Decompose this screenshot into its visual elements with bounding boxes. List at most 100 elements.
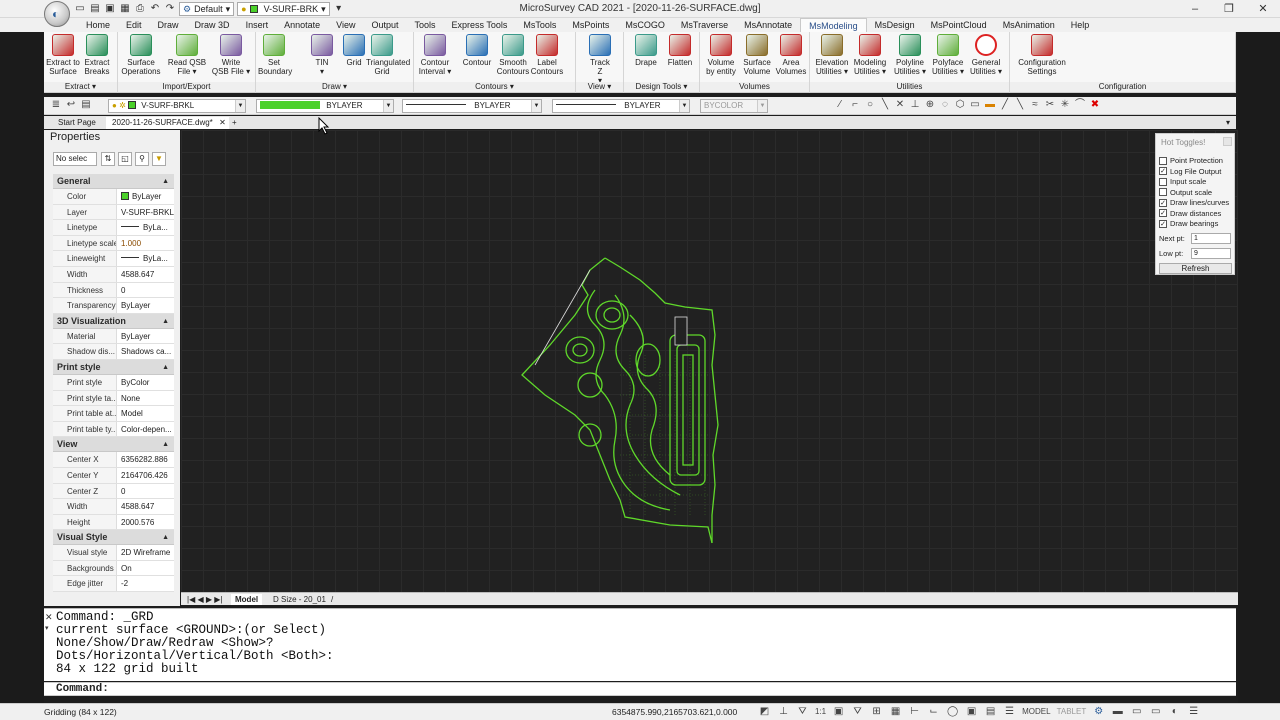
ortho-mode-icon[interactable]: ⊢	[907, 706, 922, 717]
section-visual-style[interactable]: Visual Style ▲	[53, 530, 174, 546]
print-icon[interactable]: ⎙	[134, 3, 146, 15]
tab-msannotate[interactable]: MsAnnotate	[736, 18, 800, 32]
undo-icon[interactable]: ↶	[149, 3, 161, 15]
ribbon-group-title[interactable]: Contours ▾	[414, 82, 575, 92]
layer-state-icon[interactable]: ▤	[80, 99, 92, 111]
delete-icon[interactable]: ✖	[1089, 99, 1101, 111]
ribbon-group-title[interactable]: Configuration	[1010, 82, 1235, 92]
tablet-toggle[interactable]: TABLET	[1056, 707, 1088, 716]
tab-home[interactable]: Home	[78, 18, 118, 32]
configuration-settings-button[interactable]: Configuration Settings	[1012, 34, 1072, 76]
tab-active-document[interactable]: 2020-11-26-SURFACE.dwg* ✕	[106, 117, 229, 129]
tab-draw[interactable]: Draw	[150, 18, 187, 32]
property-row[interactable]: Linetype ByLa...	[53, 220, 174, 236]
property-row[interactable]: Edge jitter -2	[53, 576, 174, 593]
lineweight-dropdown[interactable]: BYLAYER ▼	[552, 99, 690, 113]
property-value[interactable]: 0	[117, 283, 174, 298]
collapse-icon[interactable]: ▲	[162, 530, 169, 545]
label-contours-button[interactable]: Label Contours	[528, 34, 566, 76]
quick-properties-icon[interactable]: ☰	[1002, 706, 1017, 717]
track-z-button[interactable]: Track Z ▾	[584, 34, 616, 85]
property-row[interactable]: Shadow dis... Shadows ca...	[53, 344, 174, 360]
smooth-contours-button[interactable]: Smooth Contours	[494, 34, 532, 76]
checkbox-icon[interactable]: ✓	[1159, 209, 1167, 217]
checkbox-icon[interactable]: ✓	[1159, 219, 1167, 228]
tab-annotate[interactable]: Annotate	[276, 18, 328, 32]
triangulated-grid-button[interactable]: Triangulated Grid	[366, 34, 410, 76]
tab-list-dropdown[interactable]: ▾	[1220, 117, 1236, 129]
property-value[interactable]: 2D Wireframe	[117, 545, 174, 560]
annotation-visibility-icon[interactable]: ▣	[831, 706, 846, 717]
toggle-draw-lines-curves[interactable]: ✓ Draw lines/curves	[1159, 198, 1229, 207]
snap-mode-icon[interactable]: ◩	[757, 706, 772, 717]
minimize-button[interactable]: –	[1178, 0, 1212, 18]
surface-operations-button[interactable]: Surface Operations	[120, 34, 162, 76]
ortho-icon[interactable]: ⊥	[776, 706, 791, 717]
fillet-icon[interactable]: ⌒	[1074, 99, 1086, 111]
circle-tool-icon[interactable]: ○	[864, 99, 876, 111]
tab-help[interactable]: Help	[1063, 18, 1098, 32]
property-value[interactable]: Model	[117, 406, 174, 421]
tab-layout-d-size[interactable]: D Size - 20_01	[269, 594, 330, 605]
ribbon-group-title[interactable]: View ▾	[576, 82, 623, 92]
toggle-point-protection[interactable]: Point Protection	[1159, 156, 1223, 165]
property-value[interactable]: 4588.647	[117, 499, 174, 514]
lineweight-icon[interactable]: ▤	[983, 706, 998, 717]
property-value[interactable]: 2164706.426	[117, 468, 174, 483]
property-value[interactable]: ByLayer	[117, 189, 174, 204]
section-3d-visualization[interactable]: 3D Visualization ▲	[53, 313, 174, 329]
property-value[interactable]: On	[117, 561, 174, 576]
general-utilities-button[interactable]: General Utilities ▾	[966, 34, 1006, 76]
property-value[interactable]: V-SURF-BRKL	[117, 205, 174, 220]
tab-edit[interactable]: Edit	[118, 18, 150, 32]
property-row[interactable]: Print table at... Model	[53, 406, 174, 422]
redo-icon[interactable]: ↷	[164, 3, 176, 15]
collapse-icon[interactable]: ▲	[162, 314, 169, 329]
property-value[interactable]: 2000.576	[117, 515, 174, 530]
layer-manager-icon[interactable]: ≣	[50, 99, 62, 111]
object-snap-icon[interactable]: ◯	[945, 706, 960, 717]
volume-by-entity-button[interactable]: Volume by entity	[704, 34, 738, 76]
area-tool-icon[interactable]: ▬	[984, 99, 996, 111]
plotstyle-dropdown[interactable]: BYCOLOR ▼	[700, 99, 768, 113]
tab-msanimation[interactable]: MsAnimation	[995, 18, 1063, 32]
property-value[interactable]: -2	[117, 576, 174, 591]
checkbox-icon[interactable]: ✓	[1159, 167, 1167, 175]
restore-button[interactable]: ❐	[1212, 0, 1246, 18]
contour-interval-button[interactable]: Contour Interval ▾	[416, 34, 454, 76]
property-row[interactable]: Visual style 2D Wireframe	[53, 545, 174, 561]
tab-start-page[interactable]: Start Page	[52, 117, 102, 129]
section-print-style[interactable]: Print style ▲	[53, 359, 174, 375]
checkbox-icon[interactable]	[1159, 177, 1167, 186]
tab-mscogo[interactable]: MsCOGO	[617, 18, 673, 32]
collapse-icon[interactable]: ▲	[162, 174, 169, 189]
tab-model[interactable]: Model	[231, 594, 263, 605]
isolate-objects-icon[interactable]: ▭	[1148, 706, 1163, 717]
area-volumes-button[interactable]: Area Volumes	[774, 34, 808, 76]
polyline-tool-icon[interactable]: ⌐	[849, 99, 861, 111]
property-row[interactable]: Linetype scale 1.000	[53, 235, 174, 252]
property-row[interactable]: Layer V-SURF-BRKL	[53, 204, 174, 221]
checkbox-icon[interactable]: ✓	[1159, 198, 1167, 207]
perpendicular-icon[interactable]: ⊥	[909, 99, 921, 111]
close-icon[interactable]: ✕	[45, 612, 53, 623]
polyface-utilities-button[interactable]: Polyface Utilities ▾	[928, 34, 968, 76]
ribbon-group-title[interactable]: Volumes	[700, 82, 809, 92]
property-value[interactable]: ByLayer	[117, 329, 174, 344]
ribbon-group-title[interactable]: Utilities	[810, 82, 1009, 92]
save-icon[interactable]: ▣	[104, 3, 116, 15]
tab-draw-3d[interactable]: Draw 3D	[187, 18, 238, 32]
property-row[interactable]: Width 4588.647	[53, 266, 174, 283]
tab-tools[interactable]: Tools	[407, 18, 444, 32]
property-row[interactable]: Print style ByColor	[53, 374, 174, 391]
property-value[interactable]: ByColor	[117, 375, 174, 390]
toggle-draw-distances[interactable]: ✓ Draw distances	[1159, 209, 1221, 218]
new-tab-button[interactable]: +	[226, 117, 243, 129]
property-row[interactable]: Print table ty... Color-depen...	[53, 421, 174, 438]
read-qsb-file-button[interactable]: Read QSB File ▾	[166, 34, 208, 76]
filter-icon[interactable]: ▼	[152, 152, 166, 166]
line-tool-icon[interactable]: ⁄	[834, 99, 846, 111]
refresh-button[interactable]: Refresh	[1159, 263, 1232, 274]
property-value[interactable]: ByLa...	[117, 220, 174, 235]
tab-view[interactable]: View	[328, 18, 363, 32]
